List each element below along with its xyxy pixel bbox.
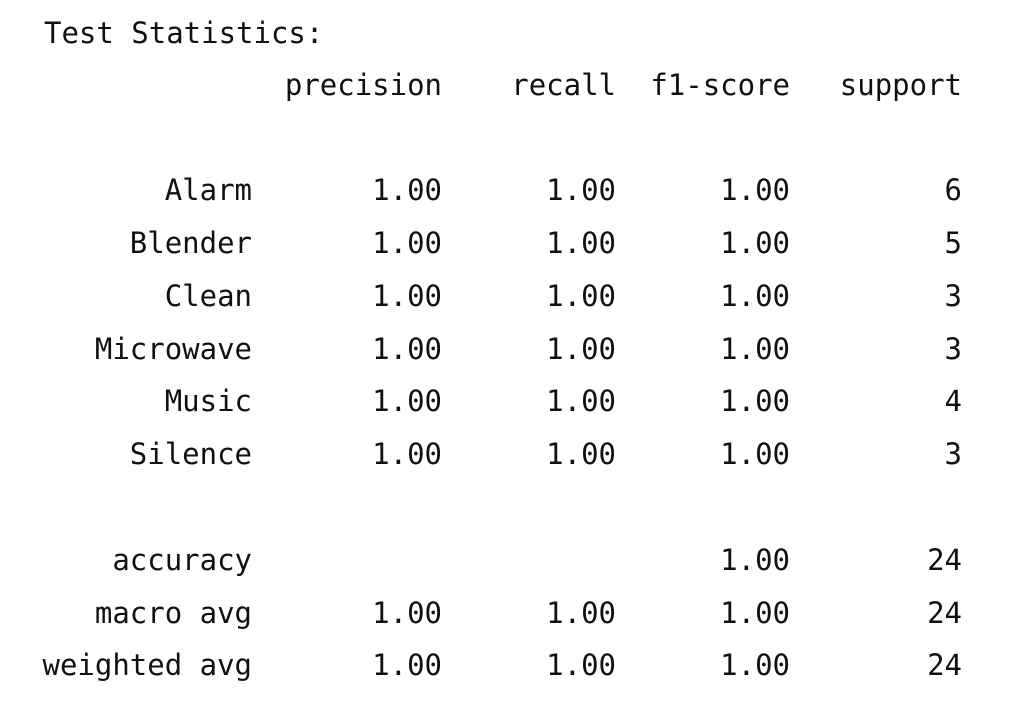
row-f1-score: 1.00 <box>720 332 790 366</box>
row-precision: 1.00 <box>372 384 442 418</box>
row-support: 4 <box>944 384 962 418</box>
row-precision: 1.00 <box>372 437 442 471</box>
summary-row-accuracy: accuracy 1.00 24 <box>0 543 1036 577</box>
row-precision: 1.00 <box>372 332 442 366</box>
row-support: 24 <box>927 596 962 630</box>
header-precision: precision <box>284 68 442 102</box>
row-support: 6 <box>944 173 962 207</box>
row-f1-score: 1.00 <box>720 279 790 313</box>
row-recall: 1.00 <box>546 226 616 260</box>
row-label: Silence <box>129 437 252 471</box>
row-recall: 1.00 <box>546 596 616 630</box>
table-row: Blender 1.00 1.00 1.00 5 <box>0 226 1036 260</box>
row-label: Alarm <box>164 173 252 207</box>
row-precision: 1.00 <box>372 173 442 207</box>
row-label: Blender <box>129 226 252 260</box>
row-label: Clean <box>164 279 252 313</box>
header-row: precision recall f1-score support <box>0 68 1036 102</box>
header-f1-score: f1-score <box>650 68 790 102</box>
row-recall: 1.00 <box>546 173 616 207</box>
row-precision: 1.00 <box>372 279 442 313</box>
row-f1-score: 1.00 <box>720 384 790 418</box>
row-precision: 1.00 <box>372 596 442 630</box>
row-f1-score: 1.00 <box>720 543 790 577</box>
row-precision: 1.00 <box>372 648 442 682</box>
row-label: Microwave <box>94 332 252 366</box>
header-recall: recall <box>511 68 616 102</box>
table-row: Microwave 1.00 1.00 1.00 3 <box>0 332 1036 366</box>
row-label: accuracy <box>112 543 252 577</box>
report-title: Test Statistics: <box>44 16 324 50</box>
table-row: Alarm 1.00 1.00 1.00 6 <box>0 173 1036 207</box>
row-label: Music <box>164 384 252 418</box>
summary-row-weighted-avg: weighted avg 1.00 1.00 1.00 24 <box>0 648 1036 682</box>
row-label: weighted avg <box>42 648 252 682</box>
row-support: 24 <box>927 543 962 577</box>
row-f1-score: 1.00 <box>720 173 790 207</box>
row-f1-score: 1.00 <box>720 648 790 682</box>
row-recall: 1.00 <box>546 648 616 682</box>
summary-row-macro-avg: macro avg 1.00 1.00 1.00 24 <box>0 596 1036 630</box>
row-support: 24 <box>927 648 962 682</box>
header-support: support <box>839 68 962 102</box>
row-label: macro avg <box>94 596 252 630</box>
table-row: Silence 1.00 1.00 1.00 3 <box>0 437 1036 471</box>
row-support: 3 <box>944 279 962 313</box>
row-support: 3 <box>944 332 962 366</box>
row-f1-score: 1.00 <box>720 226 790 260</box>
row-recall: 1.00 <box>546 332 616 366</box>
table-row: Music 1.00 1.00 1.00 4 <box>0 384 1036 418</box>
row-f1-score: 1.00 <box>720 437 790 471</box>
row-support: 3 <box>944 437 962 471</box>
row-recall: 1.00 <box>546 279 616 313</box>
row-support: 5 <box>944 226 962 260</box>
row-recall: 1.00 <box>546 384 616 418</box>
row-precision: 1.00 <box>372 226 442 260</box>
table-row: Clean 1.00 1.00 1.00 3 <box>0 279 1036 313</box>
row-f1-score: 1.00 <box>720 596 790 630</box>
row-recall: 1.00 <box>546 437 616 471</box>
